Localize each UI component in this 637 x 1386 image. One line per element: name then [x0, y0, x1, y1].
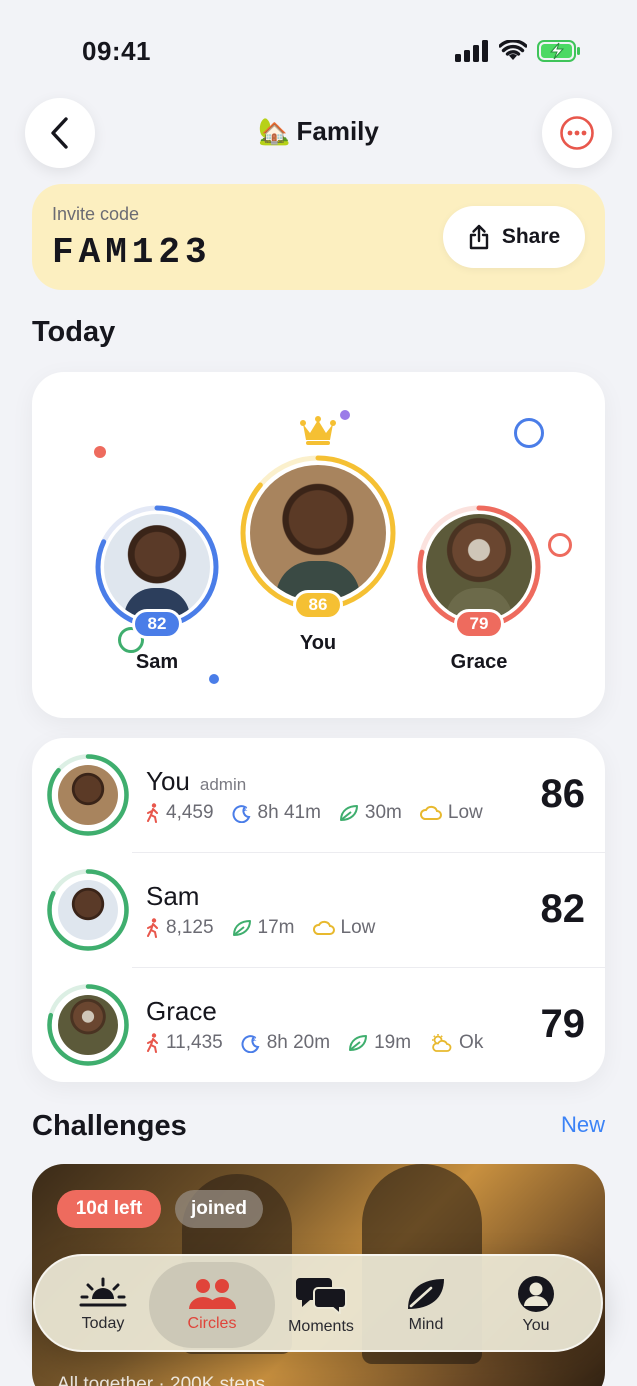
- cloud-icon: [419, 805, 442, 820]
- share-icon: [469, 224, 489, 250]
- leaf-icon: [349, 1035, 368, 1051]
- wifi-icon: [499, 40, 527, 60]
- walking-icon: [147, 918, 158, 938]
- tab-circles[interactable]: Circles: [149, 1262, 275, 1348]
- podium-person-grace[interactable]: 79 Grace: [416, 504, 542, 676]
- avatar: [58, 765, 118, 825]
- tab-label: Circles: [187, 1315, 237, 1332]
- podium-name: Sam: [135, 651, 179, 673]
- ellipsis-circle-icon: [560, 116, 594, 150]
- new-challenge-link[interactable]: New: [561, 1112, 605, 1138]
- avatar: [104, 514, 210, 620]
- chat-bubbles-icon: [296, 1278, 347, 1314]
- person-icon: [518, 1276, 554, 1312]
- sleep-icon: z: [241, 1035, 260, 1053]
- stat-steps: 4,459: [166, 802, 214, 823]
- share-button[interactable]: Share: [443, 206, 585, 268]
- confetti-dot: [94, 446, 106, 458]
- leaf-icon: [339, 805, 358, 821]
- today-section-title: Today: [32, 316, 116, 348]
- challenges-section-title: Challenges: [32, 1110, 187, 1142]
- stat-steps: 11,435: [166, 1032, 223, 1053]
- confetti-dot: [340, 410, 350, 420]
- partly-sunny-icon: [432, 1034, 452, 1052]
- stat-sleep: 8h 41m: [257, 802, 321, 823]
- confetti-ring: [548, 533, 572, 557]
- podium-name: Grace: [450, 651, 508, 673]
- member-name: Sam: [146, 881, 200, 911]
- stat-steps: 8,125: [166, 917, 214, 938]
- tab-label: Mind: [408, 1316, 444, 1333]
- score-badge: 82: [132, 609, 182, 639]
- member-name: You: [146, 766, 190, 796]
- podium-name: You: [299, 632, 337, 654]
- stat-mindful: 17m: [257, 917, 295, 938]
- walking-icon: [147, 803, 158, 823]
- share-label: Share: [501, 225, 561, 248]
- avatar: [58, 995, 118, 1055]
- more-options-button[interactable]: [542, 98, 612, 168]
- challenge-subtitle: All together · 200K steps: [57, 1374, 266, 1386]
- stat-sleep: 8h 20m: [266, 1032, 331, 1053]
- member-score: 82: [540, 887, 586, 931]
- member-name: Grace: [146, 996, 217, 1026]
- avatar: [426, 514, 532, 620]
- house-emoji-icon: 🏡: [258, 116, 291, 146]
- member-role: admin: [199, 775, 247, 794]
- avatar: [58, 880, 118, 940]
- tab-you[interactable]: You: [491, 1256, 581, 1354]
- leaf-icon: [232, 920, 251, 936]
- podium-person-you[interactable]: 86 You: [239, 454, 397, 654]
- page-title-text: Family: [296, 116, 379, 146]
- sleep-icon: z: [232, 805, 250, 823]
- member-score: 79: [540, 1002, 586, 1046]
- member-list: You admin 4,459 z 8h 41m 30m Low 86 Sam 8,…: [32, 738, 605, 1082]
- stat-weather: Ok: [459, 1032, 484, 1053]
- svg-text:z: z: [253, 1036, 257, 1043]
- invite-code-value: FAM123: [52, 232, 212, 273]
- svg-text:z: z: [244, 806, 248, 813]
- sunrise-icon: [79, 1277, 127, 1307]
- tab-mind[interactable]: Mind: [381, 1256, 471, 1354]
- tab-bar: Today Circles Moments Mind You: [33, 1254, 603, 1352]
- stat-mindful: 19m: [374, 1032, 412, 1053]
- tab-label: Moments: [288, 1318, 354, 1335]
- tab-label: You: [522, 1317, 550, 1334]
- tab-moments[interactable]: Moments: [271, 1256, 371, 1354]
- invite-card: Invite code FAM123 Share: [32, 184, 605, 290]
- tab-label: Today: [81, 1315, 125, 1332]
- podium-person-sam[interactable]: 82 Sam: [94, 504, 220, 676]
- member-row[interactable]: Grace 11,435 z 8h 20m 19m Ok 79: [32, 968, 605, 1082]
- member-row[interactable]: You admin 4,459 z 8h 41m 30m Low 86: [32, 738, 605, 853]
- days-left-badge: 10d left: [57, 1190, 161, 1228]
- status-icons: [455, 40, 581, 62]
- podium-card: 82 Sam 86 You 79 Grace: [32, 372, 605, 718]
- cellular-signal-icon: [455, 40, 488, 62]
- cloud-icon: [312, 920, 335, 935]
- joined-badge: joined: [175, 1190, 263, 1228]
- invite-code-label: Invite code: [52, 204, 140, 224]
- people-icon: [189, 1279, 236, 1309]
- member-score: 86: [540, 772, 586, 816]
- crown-icon: [300, 416, 336, 445]
- stat-weather: Low: [447, 802, 483, 823]
- avatar: [250, 465, 386, 601]
- score-badge: 86: [293, 590, 343, 620]
- leaf-icon: [408, 1279, 444, 1309]
- battery-charging-icon: [537, 40, 580, 62]
- status-time: 09:41: [82, 36, 151, 66]
- confetti-ring: [514, 418, 544, 448]
- walking-icon: [147, 1033, 158, 1053]
- score-badge: 79: [454, 609, 504, 639]
- member-row[interactable]: Sam 8,125 17m Low 82: [32, 853, 605, 968]
- stat-mindful: 30m: [364, 802, 402, 823]
- stat-weather: Low: [340, 917, 376, 938]
